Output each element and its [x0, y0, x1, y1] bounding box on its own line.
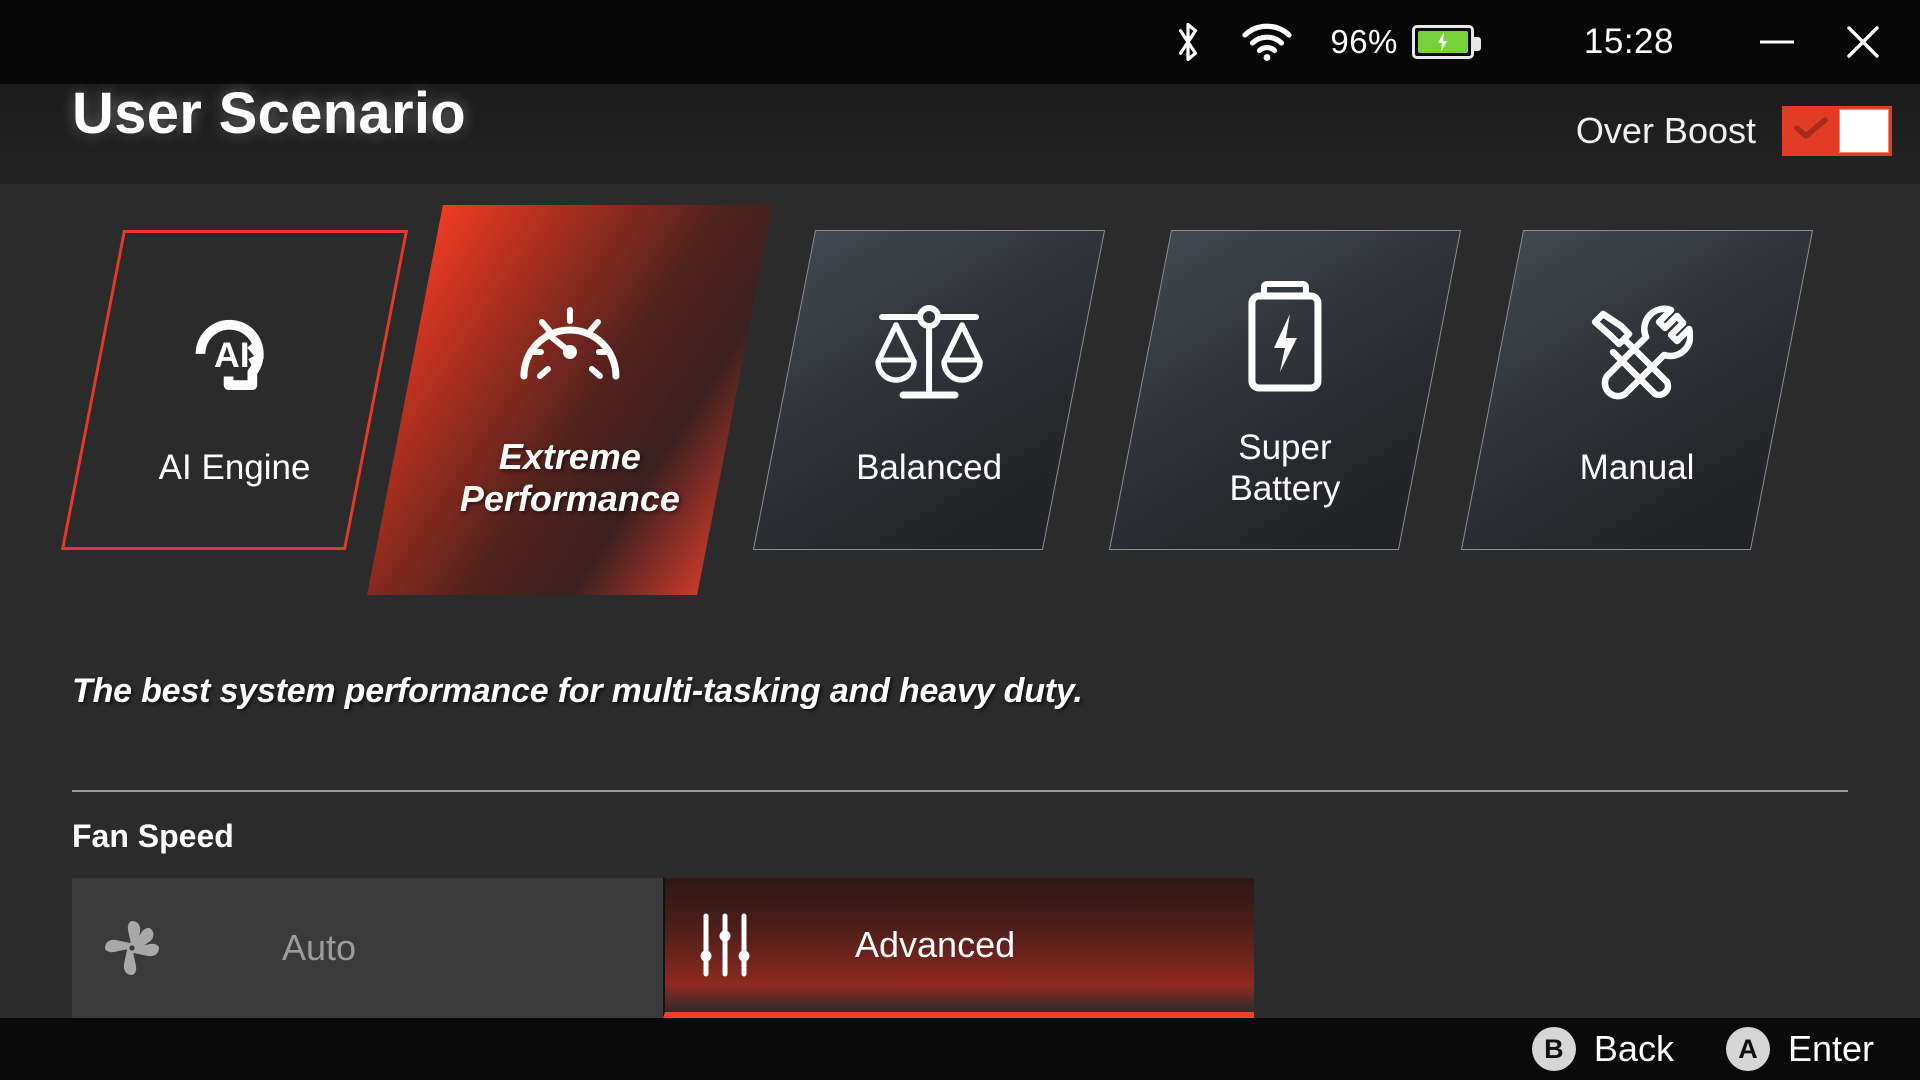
page-header: User Scenario Over Boost	[0, 81, 1920, 184]
scenario-card-balanced[interactable]: Balanced	[752, 230, 1106, 550]
scenario-card-label: Manual	[1579, 448, 1695, 488]
button-a-badge: A	[1725, 1027, 1770, 1071]
bottom-hint-bar: B Back A Enter	[0, 1018, 1920, 1080]
ai-head-icon: AI	[181, 291, 289, 421]
scenario-card-label: Super Battery	[1230, 427, 1341, 510]
hint-back[interactable]: B Back	[1531, 1027, 1674, 1071]
gauge-icon	[510, 280, 630, 410]
hint-label: Back	[1593, 1028, 1674, 1069]
clock-label: 15:28	[1583, 22, 1674, 61]
section-divider	[72, 790, 1848, 792]
tab-label: Advanced	[855, 924, 1016, 965]
page-title: User Scenario	[72, 81, 466, 146]
fan-icon	[72, 917, 192, 979]
scenario-card-manual[interactable]: Manual	[1460, 230, 1814, 550]
close-button[interactable]	[1832, 11, 1894, 73]
toggle-knob	[1840, 110, 1888, 152]
scenario-card-label: AI Engine	[158, 448, 311, 488]
label-line-2: Battery	[1229, 469, 1341, 508]
bluetooth-icon	[1162, 16, 1214, 68]
hint-label: Enter	[1787, 1028, 1874, 1069]
scenario-card-ai-engine[interactable]: AI AI Engine	[60, 230, 409, 550]
tab-label: Auto	[282, 927, 357, 968]
battery-bolt-icon	[1242, 271, 1328, 401]
scenario-card-label: Extreme Performance	[460, 436, 680, 521]
over-boost-control[interactable]: Over Boost	[1576, 106, 1892, 156]
wifi-icon	[1240, 16, 1294, 68]
status-bar: 96% 15:28	[0, 0, 1920, 84]
over-boost-toggle[interactable]	[1782, 106, 1892, 156]
check-icon	[1794, 117, 1828, 139]
scenario-card-row: AI AI Engine Extreme Performance Balance…	[0, 184, 1920, 624]
minimize-button[interactable]	[1746, 11, 1808, 73]
scenario-card-label: Balanced	[856, 448, 1002, 488]
scenario-card-extreme-performance[interactable]: Extreme Performance	[367, 205, 773, 595]
label-line-1: Extreme	[498, 435, 642, 477]
sliders-icon	[665, 910, 785, 980]
tab-fan-advanced[interactable]: Advanced	[663, 878, 1254, 1018]
fan-speed-section-label: Fan Speed	[72, 818, 234, 854]
battery-percent-label: 96%	[1330, 23, 1398, 60]
over-boost-label: Over Boost	[1575, 110, 1756, 151]
scenario-card-super-battery[interactable]: Super Battery	[1108, 230, 1462, 550]
scales-icon	[870, 291, 988, 421]
battery-charging-icon	[1411, 25, 1481, 59]
button-b-badge: B	[1531, 1027, 1576, 1071]
fan-speed-tabs: Auto Advanced	[72, 878, 1254, 1018]
tab-fan-auto[interactable]: Auto	[72, 878, 663, 1018]
label-line-1: Super	[1238, 427, 1332, 467]
user-scenario-screen: 96% 15:28 User Scenario Over Boost AI AI…	[0, 0, 1920, 1080]
label-line-2: Performance	[459, 478, 681, 519]
hint-enter[interactable]: A Enter	[1725, 1027, 1874, 1071]
scenario-description: The best system performance for multi-ta…	[72, 672, 1083, 710]
tools-icon	[1581, 291, 1694, 421]
svg-text:AI: AI	[213, 335, 249, 375]
